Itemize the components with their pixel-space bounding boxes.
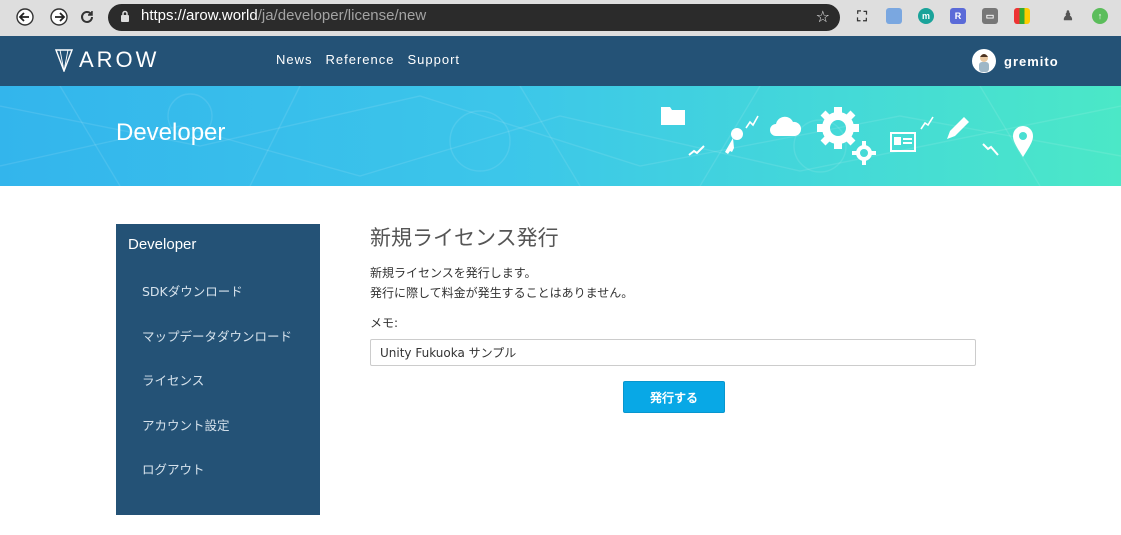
arow-logo-icon [55, 49, 73, 72]
sidebar: Developer SDKダウンロード マップデータダウンロード ライセンス ア… [116, 224, 320, 515]
r-extension-icon[interactable]: R [950, 8, 966, 24]
description-line-1: 新規ライセンスを発行します。 [370, 266, 537, 280]
user-menu[interactable]: gremito [972, 49, 1059, 73]
bookmark-star-icon[interactable]: ☆ [816, 7, 830, 26]
profile-extension-icon[interactable]: ♟ [1060, 8, 1076, 24]
back-icon[interactable] [14, 6, 36, 28]
reload-icon[interactable] [76, 6, 98, 28]
sidebar-item-sdk-download[interactable]: SDKダウンロード [142, 281, 243, 300]
spark-icon-4 [982, 143, 999, 156]
update-extension-icon[interactable]: ↑ [1092, 8, 1108, 24]
page-title: 新規ライセンス発行 [370, 226, 559, 250]
chat-extension-icon[interactable]: ▭ [982, 8, 998, 24]
spark-icon-2 [745, 115, 759, 129]
avatar [972, 49, 996, 73]
main-menu: News Reference Support [276, 52, 460, 67]
folder-icon [661, 107, 685, 125]
sidebar-item-license[interactable]: ライセンス [142, 370, 204, 389]
sidebar-item-map-data-download[interactable]: マップデータダウンロード [142, 326, 292, 345]
username: gremito [1004, 53, 1059, 69]
url-host: https://arow.world [141, 7, 258, 24]
palette-extension-icon[interactable] [1014, 8, 1030, 24]
map-pin-icon [1013, 126, 1033, 157]
sidebar-title: Developer [128, 236, 197, 253]
key-icon [725, 128, 743, 154]
menu-item-reference[interactable]: Reference [326, 52, 395, 67]
url-path: /ja/developer/license/new [257, 7, 427, 24]
small-gear-icon [852, 141, 876, 165]
brand-name: AROW [79, 47, 160, 72]
docs-extension-icon[interactable] [886, 8, 902, 24]
memo-input[interactable] [370, 339, 976, 366]
spark-icon [688, 145, 705, 156]
page-banner: Developer [0, 86, 1121, 186]
pencil-icon [947, 117, 969, 139]
url-text: https://arow.world/ja/developer/license/… [141, 7, 426, 24]
m-extension-icon[interactable]: m [918, 8, 934, 24]
screenshot-extension-icon[interactable]: ⛶ [854, 8, 870, 24]
site-navbar: AROW News Reference Support gremito [0, 36, 1121, 86]
sidebar-item-logout[interactable]: ログアウト [142, 459, 205, 478]
sidebar-item-account-settings[interactable]: アカウント設定 [142, 415, 230, 434]
issue-license-button[interactable]: 発行する [623, 381, 725, 413]
lock-icon [121, 10, 129, 22]
banner-title: Developer [116, 119, 226, 146]
address-bar[interactable]: https://arow.world/ja/developer/license/… [108, 4, 840, 31]
cloud-icon [770, 116, 802, 136]
forward-icon[interactable] [48, 6, 70, 28]
menu-item-support[interactable]: Support [408, 52, 461, 67]
site-logo[interactable]: AROW [55, 47, 159, 73]
menu-item-news[interactable]: News [276, 52, 313, 67]
id-card-icon [890, 132, 916, 152]
spark-icon-3 [920, 116, 934, 130]
browser-toolbar: https://arow.world/ja/developer/license/… [0, 0, 1121, 37]
memo-label: メモ: [370, 316, 399, 330]
description-line-2: 発行に際して料金が発生することはありません。 [370, 286, 634, 300]
